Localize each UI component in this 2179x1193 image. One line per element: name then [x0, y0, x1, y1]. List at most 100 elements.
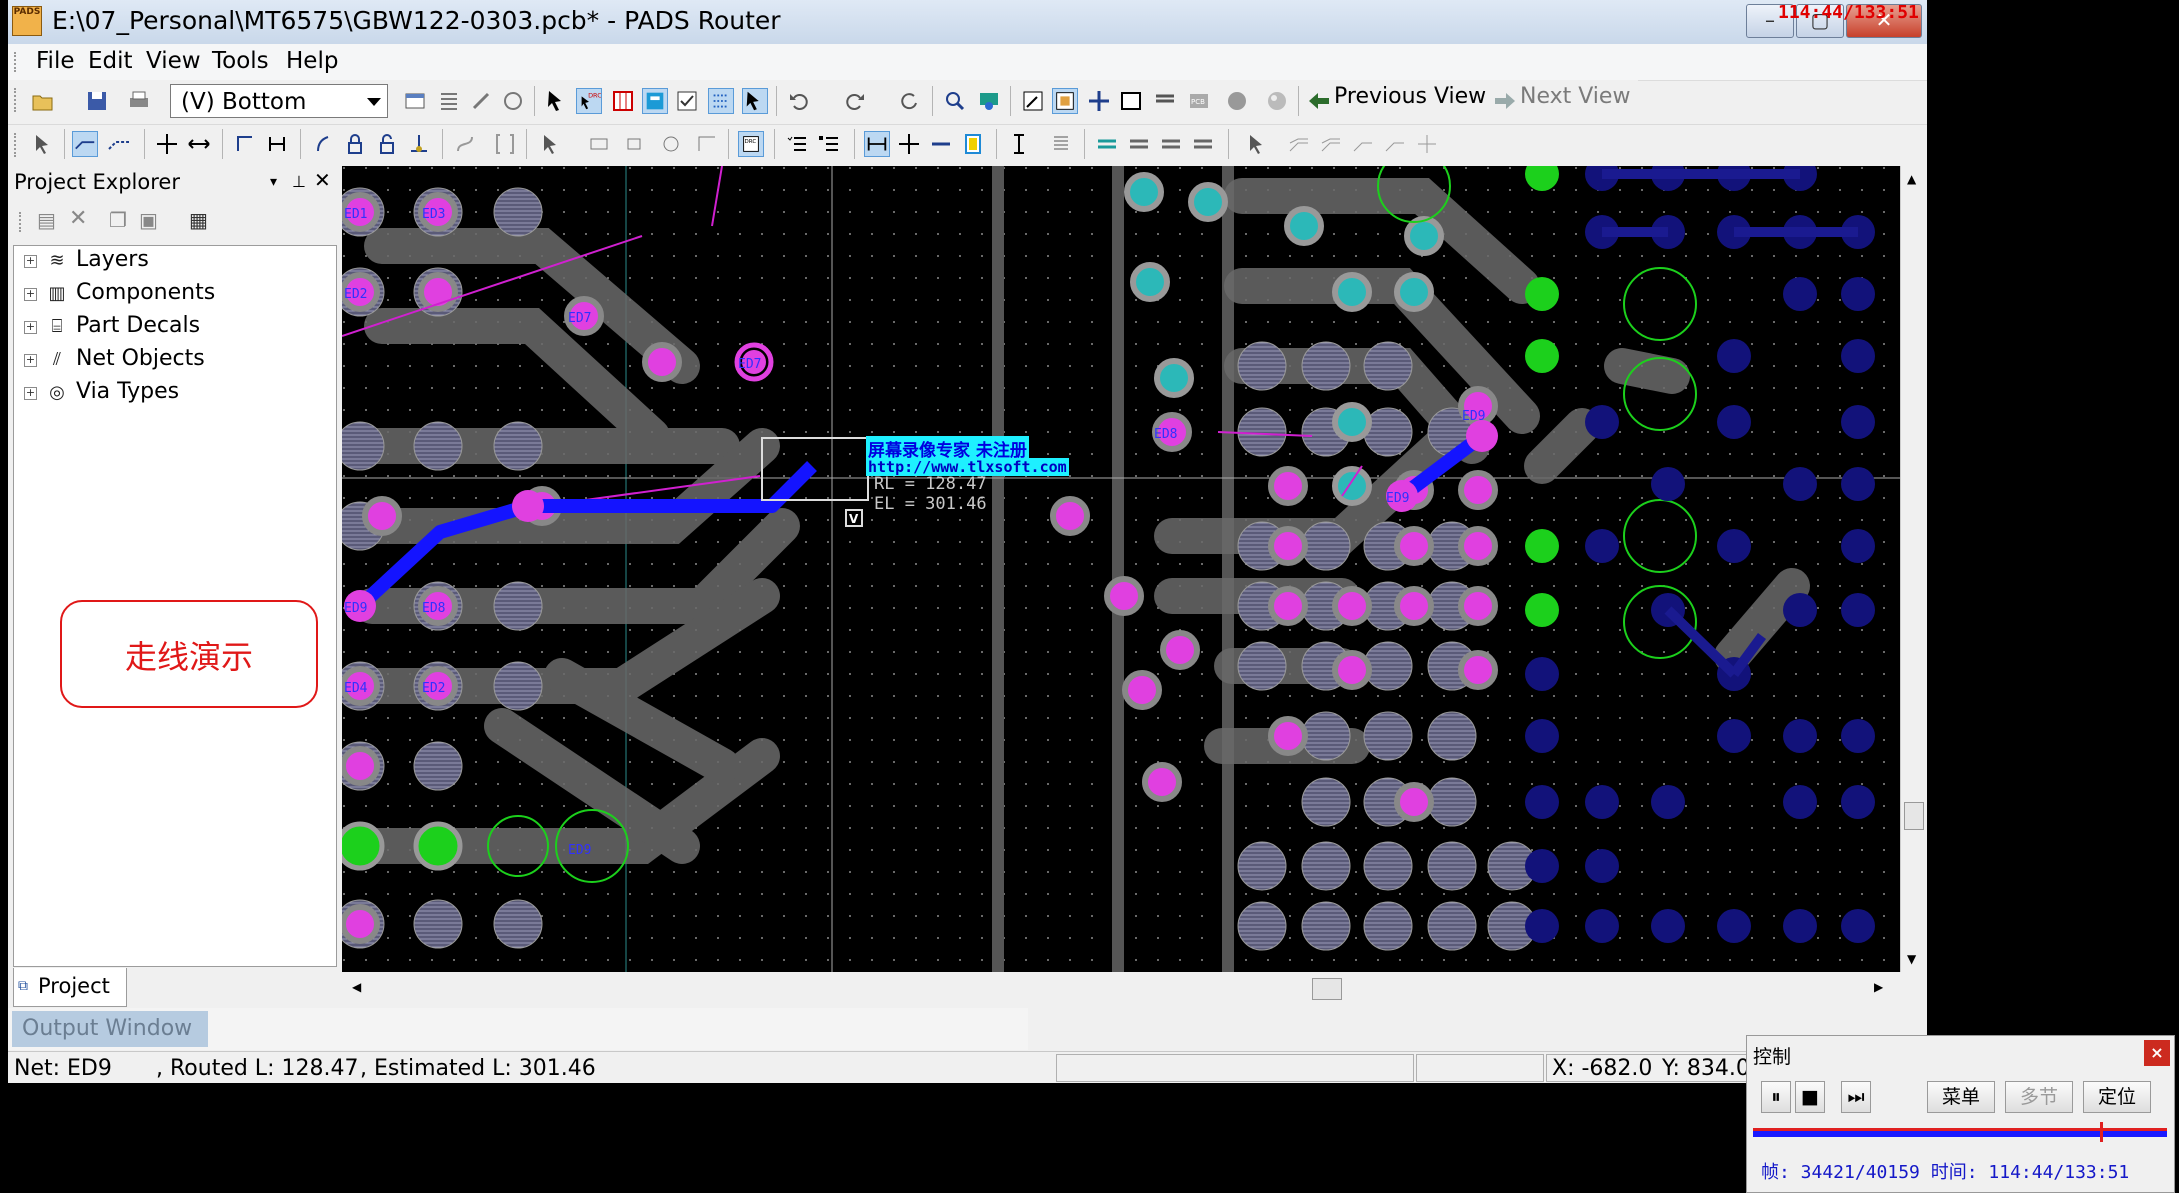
scroll-left-icon[interactable]: ◀ — [352, 980, 361, 994]
arc-icon[interactable] — [310, 131, 336, 157]
list-check-icon[interactable] — [784, 131, 810, 157]
horizontal-scrollbar[interactable]: ◀ ▶ — [342, 974, 1900, 1002]
fanout-icon[interactable] — [1286, 131, 1312, 157]
zoom-board-icon[interactable] — [976, 88, 1002, 114]
menu-edit[interactable]: Edit — [88, 48, 133, 74]
flip-icon[interactable] — [694, 131, 720, 157]
fanout-icon-5[interactable] — [1414, 131, 1440, 157]
next-view-button[interactable]: Next View — [1520, 84, 1630, 109]
previous-view-icon[interactable] — [1306, 88, 1332, 114]
drc-check-icon[interactable]: DRC — [738, 131, 764, 157]
sphere-icon[interactable] — [1264, 88, 1290, 114]
menu-file[interactable]: File — [36, 48, 75, 74]
spacing-icon[interactable] — [1048, 131, 1074, 157]
dynamic-route-icon[interactable] — [106, 131, 132, 157]
list-icon[interactable] — [816, 131, 842, 157]
tab-output-window[interactable]: Output Window — [12, 1011, 208, 1047]
redo-icon[interactable] — [842, 88, 868, 114]
pads-app-icon[interactable]: PADS — [12, 6, 42, 36]
report-icon[interactable] — [436, 88, 462, 114]
3d-view-icon[interactable] — [1224, 88, 1250, 114]
undo-icon[interactable] — [786, 88, 812, 114]
fanout-icon-4[interactable] — [1382, 131, 1408, 157]
bus-icon-3[interactable] — [1158, 131, 1184, 157]
fanout-icon-3[interactable] — [1350, 131, 1376, 157]
control-panel-close-button[interactable]: × — [2144, 1040, 2170, 1066]
copy-icon[interactable]: ❐ — [109, 208, 127, 232]
chevron-down-icon[interactable] — [367, 98, 381, 106]
pcb-design-canvas[interactable]: V ED1 ED3 ED2 ED7 ED7 ED8 ED9 ED8 ED4 ED2 ED9… — [342, 166, 1900, 972]
refresh-icon[interactable] — [500, 88, 526, 114]
split-icon[interactable] — [264, 131, 290, 157]
add-via-icon[interactable] — [406, 131, 432, 157]
stretch-icon[interactable] — [186, 131, 212, 157]
locate-button[interactable]: 定位 — [2083, 1081, 2151, 1113]
add-component-icon[interactable] — [586, 131, 612, 157]
previous-view-button[interactable]: Previous View — [1334, 84, 1486, 109]
vertical-scrollbar[interactable]: ▲ ▼ — [1900, 166, 1926, 972]
pcb-icon[interactable]: PCB — [1186, 88, 1212, 114]
corner-icon[interactable] — [232, 131, 258, 157]
save-icon[interactable] — [84, 88, 110, 114]
pan-icon[interactable] — [1086, 88, 1112, 114]
panel-close-icon[interactable]: ✕ — [314, 168, 331, 192]
measure-icon[interactable] — [1006, 131, 1032, 157]
bracket-icon[interactable] — [492, 131, 518, 157]
drc-select-icon[interactable]: DRC — [576, 88, 602, 114]
ecoe-icon[interactable] — [468, 88, 494, 114]
print-icon[interactable] — [126, 88, 152, 114]
lock-icon[interactable] — [342, 131, 368, 157]
redraw-icon[interactable] — [1152, 88, 1178, 114]
paste-icon[interactable]: ▣ — [139, 208, 158, 232]
swap-icon[interactable] — [928, 131, 954, 157]
pointer-icon[interactable] — [538, 131, 564, 157]
menu-tools[interactable]: Tools — [212, 48, 269, 74]
crosshair-icon[interactable] — [896, 131, 922, 157]
zoom-icon[interactable] — [942, 88, 968, 114]
menu-help[interactable]: Help — [286, 48, 338, 74]
select-arrow-icon[interactable] — [30, 131, 56, 157]
scroll-right-icon[interactable]: ▶ — [1874, 980, 1883, 994]
view-window-icon[interactable] — [1118, 88, 1144, 114]
zoom-window-icon[interactable] — [1020, 88, 1046, 114]
menu-button[interactable]: 菜单 — [1927, 1081, 1995, 1113]
verify-icon[interactable] — [674, 88, 700, 114]
route-icon[interactable] — [72, 131, 98, 157]
repeat-icon[interactable] — [896, 88, 922, 114]
pause-button[interactable]: ⏸ — [1761, 1081, 1791, 1113]
bus-icon-4[interactable] — [1190, 131, 1216, 157]
highlight-icon[interactable] — [960, 131, 986, 157]
properties-icon[interactable]: ▦ — [189, 208, 208, 232]
stop-button[interactable]: ■ — [1795, 1081, 1825, 1113]
vertical-scroll-thumb[interactable] — [1904, 802, 1924, 830]
panel-menu-icon[interactable]: ▾ — [270, 174, 277, 190]
autoroute-icon[interactable] — [708, 88, 734, 114]
new-item-icon[interactable]: ▤ — [37, 208, 56, 232]
open-icon[interactable] — [30, 88, 56, 114]
scroll-down-icon[interactable]: ▼ — [1907, 952, 1916, 966]
interactive-route-icon[interactable] — [742, 88, 768, 114]
bus-route-icon[interactable] — [1094, 131, 1120, 157]
menu-view[interactable]: View — [146, 48, 201, 74]
fanout-icon-2[interactable] — [1318, 131, 1344, 157]
horizontal-scroll-thumb[interactable] — [1312, 978, 1342, 1000]
unlock-icon[interactable] — [374, 131, 400, 157]
pointer-icon-2[interactable] — [1244, 131, 1270, 157]
bus-icon-2[interactable] — [1126, 131, 1152, 157]
pin-icon[interactable]: ⊥ — [292, 172, 306, 191]
next-frame-button[interactable]: ⏭ — [1841, 1081, 1871, 1113]
rotate-icon[interactable] — [622, 131, 648, 157]
spin-icon[interactable] — [658, 131, 684, 157]
zoom-extents-icon[interactable] — [1052, 88, 1078, 114]
length-icon[interactable] — [864, 131, 890, 157]
move-icon[interactable] — [154, 131, 180, 157]
layout-icon[interactable] — [642, 88, 668, 114]
next-view-icon[interactable] — [1492, 88, 1518, 114]
scroll-up-icon[interactable]: ▲ — [1907, 172, 1916, 186]
layer-select[interactable]: (V) Bottom — [170, 84, 388, 118]
tune-icon[interactable] — [452, 131, 478, 157]
pcb-layout-drawing[interactable]: V ED1 ED3 ED2 ED7 ED7 ED8 ED9 ED8 ED4 ED2 ED9… — [342, 166, 1900, 972]
spreadsheet-icon[interactable] — [610, 88, 636, 114]
select-mode-icon[interactable] — [544, 88, 570, 114]
properties-icon[interactable] — [402, 88, 428, 114]
